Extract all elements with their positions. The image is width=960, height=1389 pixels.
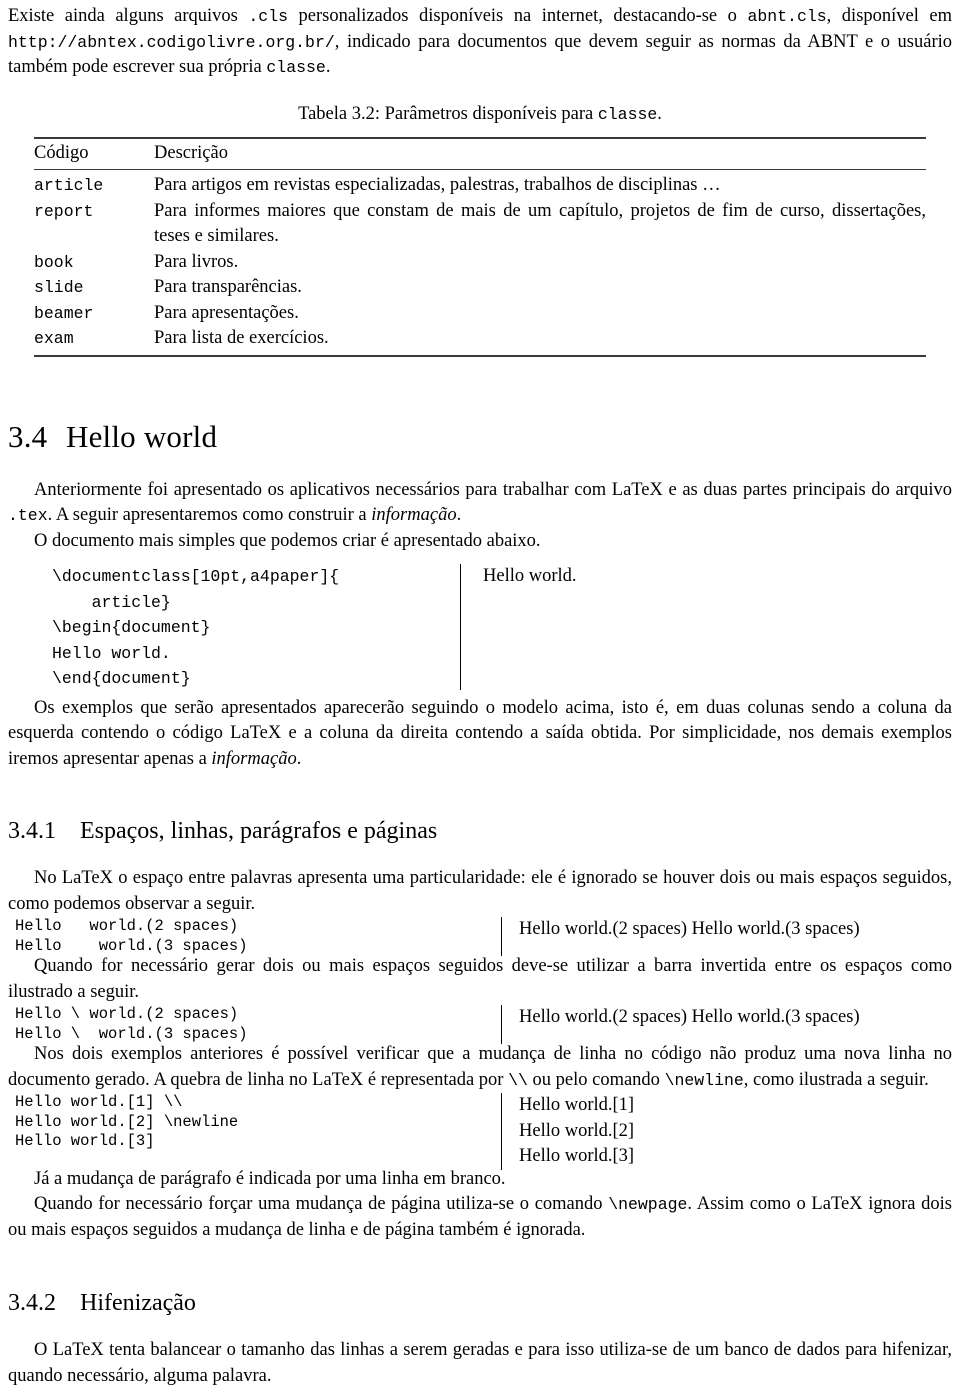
section-342-paragraph-1: O LaTeX tenta balancear o tamanho das li… <box>8 1340 952 1386</box>
emph-informacao: informação <box>371 505 457 525</box>
emph-informacao-2: informação <box>211 748 297 769</box>
parameters-table-wrapper: Código Descrição article Para artigos em… <box>34 136 926 357</box>
subsection-number: 3.4.2 <box>8 1290 56 1316</box>
example-output: Hello world. <box>483 566 577 586</box>
example-block-hello-world: \documentclass[10pt,a4paper]{ article} \… <box>8 564 952 692</box>
subsection-title: Espaços, linhas, parágrafos e páginas <box>80 818 438 844</box>
table-caption: Tabela 3.2: Parâmetros disponíveis para … <box>8 102 952 127</box>
table-row: beamer Para apresentações. <box>34 301 926 327</box>
example-block-spaces: Hello world.(2 spaces) Hello world.(3 sp… <box>8 917 952 956</box>
table-header-codigo: Código <box>34 136 154 170</box>
section-341-paragraph-4: Já a mudança de parágrafo é indicada por… <box>34 1168 506 1189</box>
table-row: book Para livros. <box>34 250 926 276</box>
table-cell-code: article <box>34 176 104 195</box>
code-newline: \newline <box>664 1070 744 1090</box>
example-output-lines: Hello world.[1] Hello world.[2] Hello wo… <box>502 1093 919 1170</box>
example-code: \documentclass[10pt,a4paper]{ article} \… <box>52 567 340 688</box>
code-double-backslash: \\ <box>508 1070 528 1090</box>
section-341-paragraph-5: Quando for necessário forçar uma mudança… <box>8 1192 952 1243</box>
intro-seg-1: Existe ainda alguns arquivos <box>8 6 249 26</box>
p3-seg-2: . <box>296 748 302 769</box>
example-block-newline: Hello world.[1] \\ Hello world.[2] \newl… <box>8 1093 952 1170</box>
table-caption-text-before: Parâmetros disponíveis para <box>380 103 598 124</box>
table-cell-code: beamer <box>34 303 94 323</box>
table-cell-code: slide <box>34 278 84 297</box>
table-caption-label: Tabela 3.2: <box>298 103 381 124</box>
code-cls-ext: .cls <box>248 7 288 26</box>
subsection-title: Hifenização <box>80 1290 196 1316</box>
example-code: Hello \ world.(2 spaces) Hello \ world.(… <box>15 1005 248 1043</box>
p1-seg-3: . <box>456 505 462 525</box>
section-341-paragraph-3: Nos dois exemplos anteriores é possível … <box>8 1042 952 1093</box>
table-head: Código Descrição <box>34 136 926 170</box>
table-row: exam Para lista de exercícios. <box>34 326 926 357</box>
section-341-paragraph-2: Quando for necessário gerar dois ou mais… <box>8 956 952 1002</box>
code-abnt-cls: abnt.cls <box>747 7 827 26</box>
example-output-line: Hello world.[2] <box>519 1120 635 1141</box>
intro-seg-3: , disponível em <box>826 6 952 26</box>
table-cell-desc: Para livros. <box>154 251 239 272</box>
table-caption-text-after: . <box>657 103 662 124</box>
subsection-number: 3.4.1 <box>8 818 56 844</box>
table-cell-code: book <box>34 252 74 272</box>
section-number: 3.4 <box>8 418 48 454</box>
table-caption-code: classe <box>597 104 658 124</box>
intro-paragraph: Existe ainda alguns arquivos .cls person… <box>8 4 952 81</box>
intro-seg-5: . <box>325 57 331 77</box>
section-title: Hello world <box>66 418 218 454</box>
example-code: Hello world.(2 spaces) Hello world.(3 sp… <box>15 917 248 955</box>
section-34-paragraph-3: Os exemplos que serão apresentados apare… <box>8 696 952 773</box>
section-heading-3-4-1: 3.4.1 Espaços, linhas, parágrafos e págin… <box>8 817 952 846</box>
p3-341-seg-2: ou pelo comando <box>527 1069 665 1090</box>
example-output-line: Hello world.[3] <box>519 1146 635 1166</box>
table-cell-code: exam <box>34 326 154 357</box>
section-heading-3-4-2: 3.4.2 Hifenização <box>8 1289 952 1318</box>
p3-341-seg-3: , como ilustrada a seguir. <box>743 1069 929 1090</box>
table-row: report Para informes maiores que constam… <box>34 199 926 250</box>
p5-341-seg-1: Quando for necessário forçar uma mudança… <box>34 1194 609 1214</box>
table-cell-desc: Para apresentações. <box>154 302 299 323</box>
table-body: article Para artigos em revistas especia… <box>34 170 926 357</box>
table-cell-desc: Para artigos em revistas especializadas,… <box>154 175 721 195</box>
example-output: Hello world.(2 spaces) Hello world.(3 sp… <box>519 919 860 939</box>
table-cell-desc: Para transparências. <box>154 277 302 297</box>
table-row: article Para artigos em revistas especia… <box>34 170 926 199</box>
example-output-line: Hello world.[1] <box>519 1095 635 1115</box>
p1-seg-1: Anteriormente foi apresentado os aplicat… <box>34 479 952 500</box>
p1-seg-2: . A seguir apresentaremos como construir… <box>47 505 372 525</box>
table-header-row: Código Descrição <box>34 136 926 170</box>
section-34-paragraph-1: Anteriormente foi apresentado os aplicat… <box>8 478 952 529</box>
code-tex-ext: .tex <box>8 506 48 525</box>
table-header-descricao: Descrição <box>154 136 926 170</box>
section-heading-3-4: 3.4 Hello world <box>8 419 952 455</box>
parameters-table: Código Descrição article Para artigos em… <box>34 136 926 357</box>
code-abntex-url: http://abntex.codigolivre.org.br/ <box>8 32 335 52</box>
example-code: Hello world.[1] \\ Hello world.[2] \newl… <box>15 1093 239 1150</box>
p3-seg-1: Os exemplos que serão apresentados apare… <box>8 697 952 769</box>
table-cell-desc: Para lista de exercícios. <box>154 326 926 357</box>
section-341-paragraph-1: No LaTeX o espaço entre palavras apresen… <box>8 868 952 914</box>
document-page: Existe ainda alguns arquivos .cls person… <box>0 0 960 1386</box>
intro-seg-2: personalizados disponíveis na internet, … <box>288 6 748 26</box>
table-row: slide Para transparências. <box>34 275 926 301</box>
example-output: Hello world.(2 spaces) Hello world.(3 sp… <box>519 1007 860 1027</box>
section-34-paragraph-2: O documento mais simples que podemos cri… <box>34 530 541 551</box>
table-cell-code: report <box>34 201 94 221</box>
code-newpage: \newpage <box>608 1195 688 1214</box>
page-body: Existe ainda alguns arquivos .cls person… <box>8 0 952 1389</box>
example-block-backslash-spaces: Hello \ world.(2 spaces) Hello \ world.(… <box>8 1005 952 1044</box>
code-classe: classe <box>266 58 326 77</box>
table-cell-desc: Para informes maiores que constam de mai… <box>154 200 926 247</box>
